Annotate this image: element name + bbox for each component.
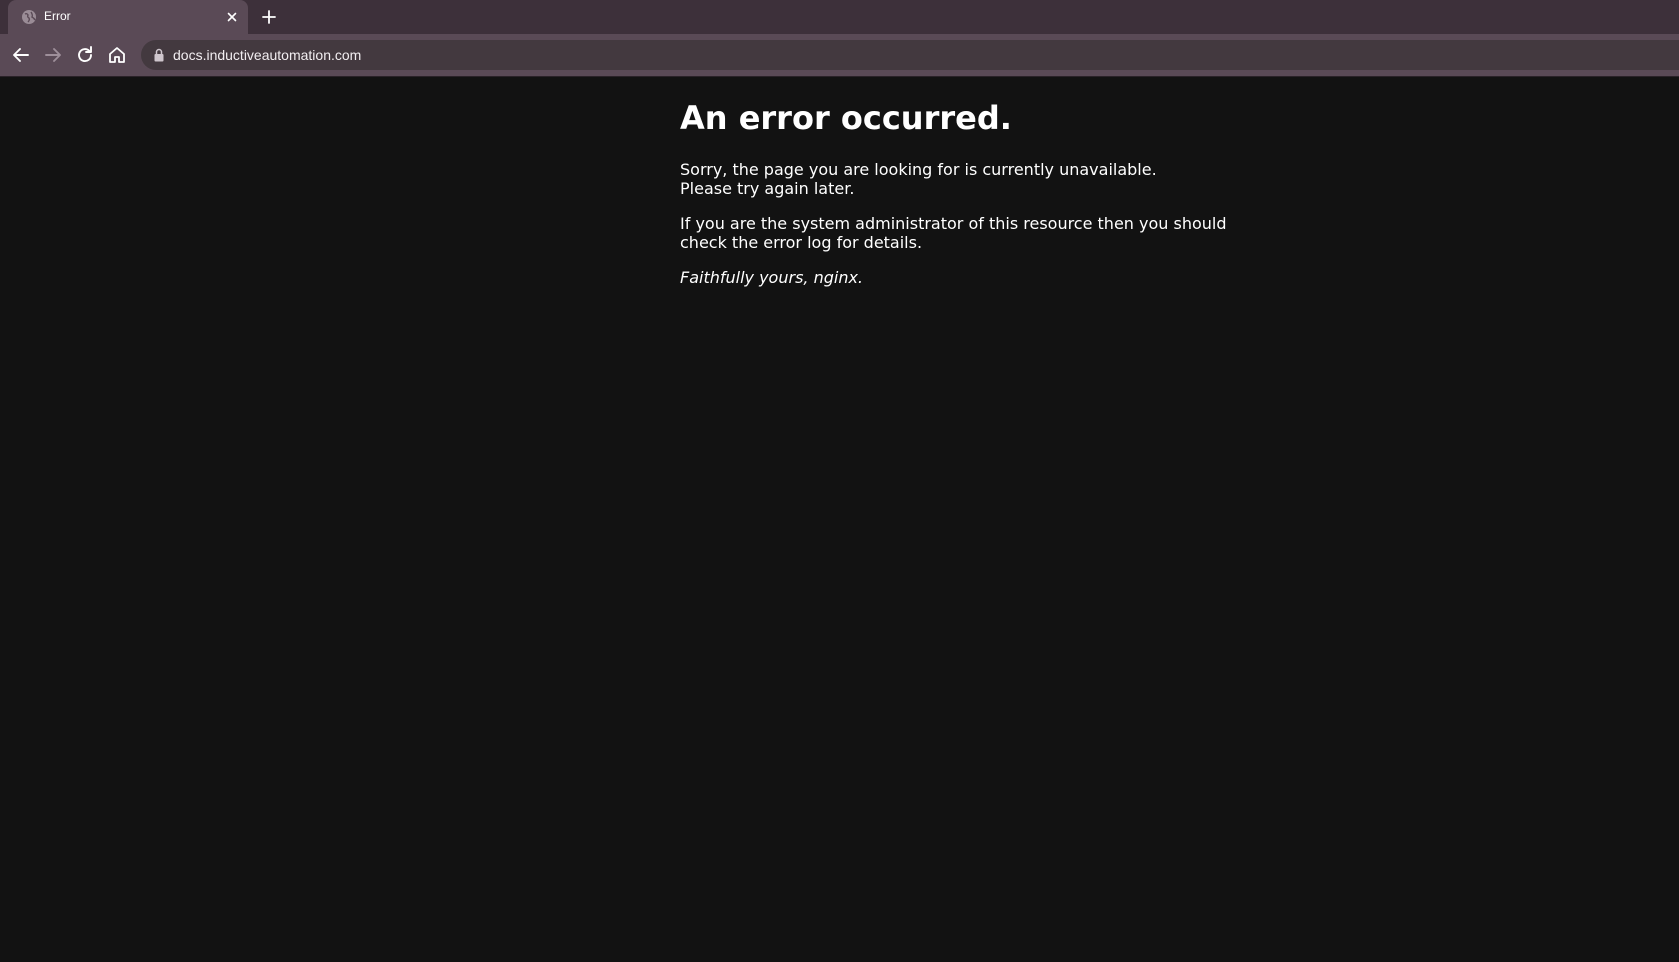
tab-strip: Error	[0, 0, 1679, 34]
error-heading: An error occurred.	[680, 99, 1012, 137]
unavailable-message: Sorry, the page you are looking for is c…	[680, 160, 1260, 198]
reload-icon[interactable]	[74, 44, 96, 66]
toolbar-divider	[0, 76, 1679, 77]
signature: Faithfully yours, nginx.	[680, 268, 864, 287]
browser-tab-active[interactable]: Error	[8, 0, 248, 34]
admin-note: If you are the system administrator of t…	[680, 214, 1227, 252]
address-bar[interactable]: docs.inductiveautomation.com	[141, 40, 1679, 70]
error-page-content: An error occurred. Sorry, the page you a…	[680, 96, 1260, 303]
unavailable-message-line2: Please try again later.	[680, 179, 855, 198]
close-icon[interactable]	[224, 9, 240, 25]
arrow-left-icon[interactable]	[10, 44, 32, 66]
unavailable-message-line1: Sorry, the page you are looking for is c…	[680, 160, 1157, 179]
lock-icon[interactable]	[153, 48, 165, 62]
tab-title: Error	[44, 9, 71, 23]
globe-icon	[22, 10, 36, 24]
browser-toolbar: docs.inductiveautomation.com	[0, 34, 1679, 76]
home-icon[interactable]	[106, 44, 128, 66]
plus-icon[interactable]	[260, 8, 278, 26]
url-text[interactable]: docs.inductiveautomation.com	[173, 47, 361, 63]
arrow-right-icon[interactable]	[42, 44, 64, 66]
